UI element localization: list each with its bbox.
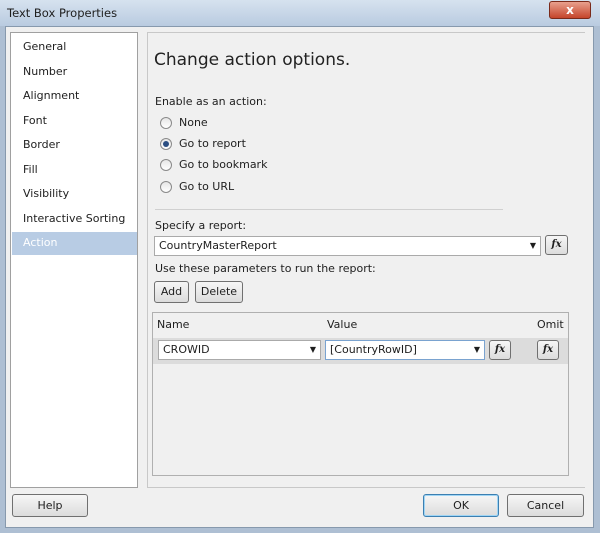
radio-label: None (179, 116, 208, 129)
radio-none[interactable]: None (160, 116, 208, 129)
window-title: Text Box Properties (7, 6, 118, 20)
help-button[interactable]: Help (12, 494, 88, 517)
sidebar: General Number Alignment Font Border Fil… (10, 32, 138, 488)
radio-label: Go to bookmark (179, 158, 268, 171)
param-value: [CountryRowID] (330, 343, 417, 356)
sidebar-item-fill[interactable]: Fill (12, 159, 137, 182)
radio-go-to-report[interactable]: Go to report (160, 137, 246, 150)
sidebar-item-visibility[interactable]: Visibility (12, 183, 137, 206)
delete-button[interactable]: Delete (195, 281, 243, 303)
sidebar-item-action[interactable]: Action (12, 232, 137, 255)
divider (155, 209, 503, 210)
specify-report-label: Specify a report: (155, 219, 247, 232)
report-value: CountryMasterReport (159, 239, 277, 252)
value-expression-button[interactable]: fx (489, 340, 511, 360)
radio-circle[interactable] (160, 116, 172, 129)
radio-go-to-bookmark[interactable]: Go to bookmark (160, 158, 267, 171)
column-header-omit: Omit (537, 318, 564, 331)
sidebar-item-number[interactable]: Number (12, 61, 137, 84)
add-button[interactable]: Add (154, 281, 189, 303)
radio-circle[interactable] (160, 158, 172, 171)
radio-label: Go to report (179, 137, 246, 150)
column-header-value: Value (327, 318, 358, 331)
sidebar-item-general[interactable]: General (12, 36, 137, 59)
radio-go-to-url[interactable]: Go to URL (160, 180, 234, 193)
radio-circle[interactable] (160, 180, 172, 193)
param-value-combo[interactable]: [CountryRowID] ▼ (325, 340, 485, 360)
sidebar-item-interactive-sorting[interactable]: Interactive Sorting (12, 208, 137, 231)
chevron-down-icon[interactable]: ▼ (310, 341, 316, 359)
chevron-down-icon[interactable]: ▼ (474, 341, 480, 359)
enable-action-label: Enable as an action: (155, 95, 267, 108)
cancel-button[interactable]: Cancel (507, 494, 584, 517)
sidebar-item-border[interactable]: Border (12, 134, 137, 157)
parameters-grid (152, 312, 569, 476)
chevron-down-icon[interactable]: ▼ (530, 237, 536, 255)
radio-label: Go to URL (179, 180, 235, 193)
close-button[interactable]: x (549, 1, 591, 19)
radio-circle[interactable] (160, 137, 172, 150)
param-name: CROWID (163, 343, 210, 356)
sidebar-item-font[interactable]: Font (12, 110, 137, 133)
page-title: Change action options. (154, 50, 351, 70)
ok-button[interactable]: OK (423, 494, 499, 517)
param-name-combo[interactable]: CROWID ▼ (158, 340, 321, 360)
sidebar-item-alignment[interactable]: Alignment (12, 85, 137, 108)
column-header-name: Name (157, 318, 190, 331)
report-expression-button[interactable]: fx (545, 235, 568, 255)
omit-expression-button[interactable]: fx (537, 340, 559, 360)
report-combo[interactable]: CountryMasterReport ▼ (154, 236, 541, 256)
params-label: Use these parameters to run the report: (155, 262, 376, 275)
